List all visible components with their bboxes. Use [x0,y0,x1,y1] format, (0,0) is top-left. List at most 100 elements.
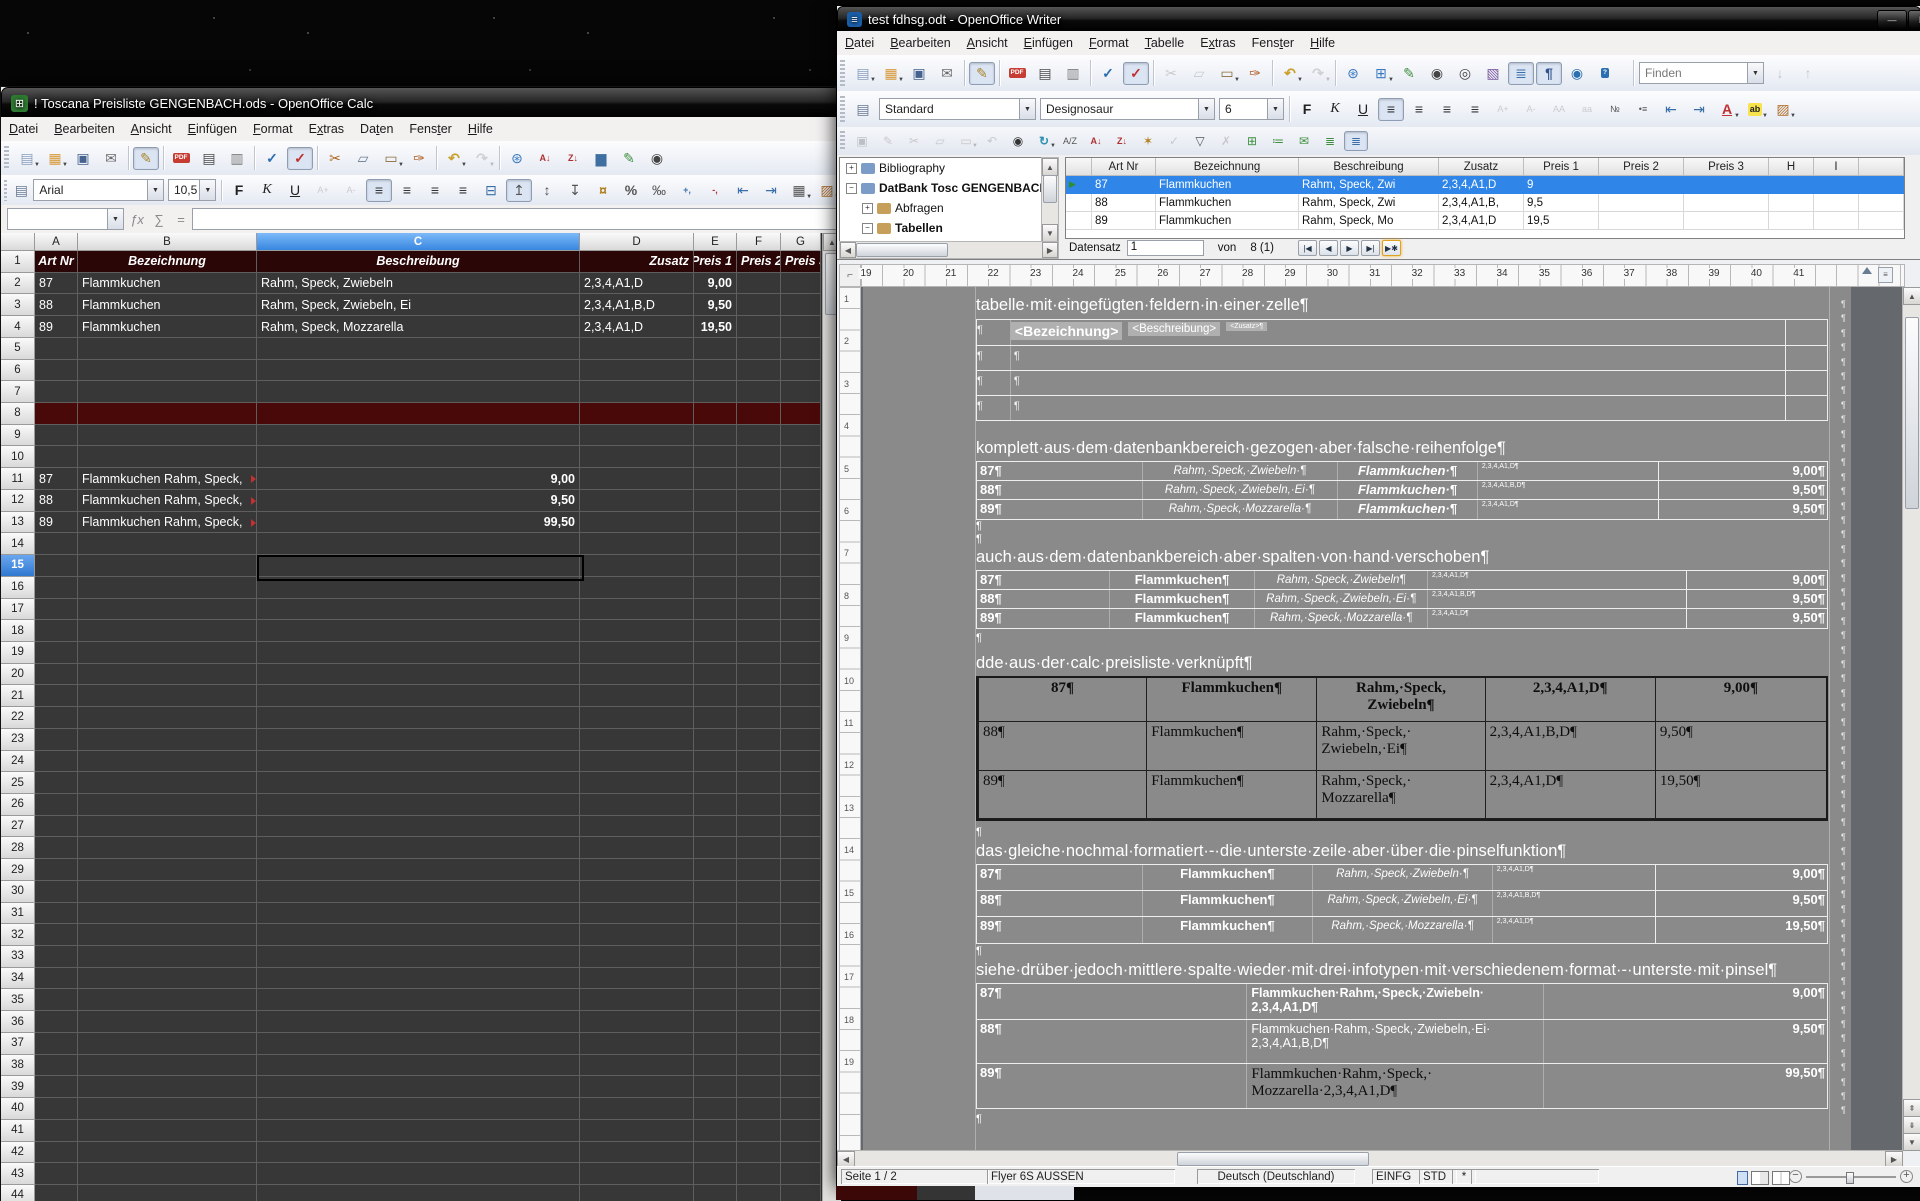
writer-menu-einfügen[interactable]: Einfügen [1016,33,1081,53]
row-header-11[interactable]: 11 [1,468,35,490]
calc-cell-D3[interactable]: 2,3,4,A1,B,D [580,294,694,316]
grid-column-h[interactable]: H [1769,158,1814,176]
scroll-right-icon[interactable]: ▶ [1042,242,1058,258]
calc-cell-E32[interactable] [694,924,737,946]
row-header-27[interactable]: 27 [1,816,35,838]
percent-format-icon[interactable]: % [618,179,644,202]
writer-menu-datei[interactable]: Datei [837,33,882,53]
grow-font-icon[interactable]: A+ [1490,98,1516,121]
copy-icon[interactable]: ▱ [928,131,952,151]
save-icon[interactable]: ▣ [850,131,874,151]
row-header-31[interactable]: 31 [1,903,35,925]
save-icon[interactable]: ▣ [70,147,96,170]
doc-table-infotypes[interactable]: 87¶ Flammkuchen·Rahm,·Speck,·Zwiebeln· 2… [976,983,1828,1109]
row-header-33[interactable]: 33 [1,946,35,968]
calc-cell-A13[interactable]: 89 [35,512,78,534]
calc-cell-F20[interactable] [737,664,781,686]
find-next-icon[interactable]: ↓ [1767,62,1793,85]
grid-cell[interactable]: 88 [1092,194,1156,212]
calc-cell-F15[interactable] [737,555,781,577]
copy-icon[interactable]: ▱ [1186,62,1212,85]
calc-cell-B41[interactable] [78,1120,257,1142]
calc-cell-C26[interactable] [257,794,580,816]
calc-cell-G22[interactable] [781,707,821,729]
calc-cell-B4[interactable]: Flammkuchen [78,316,257,338]
calc-cell-F42[interactable] [737,1142,781,1164]
copy-icon[interactable]: ▱ [350,147,376,170]
calc-cell-C1[interactable]: Beschreibung [257,251,580,273]
mail-merge-icon[interactable]: ✉ [1292,131,1316,151]
calc-cell-A34[interactable] [35,968,78,990]
calc-cell-B12[interactable]: Flammkuchen Rahm, Speck, [78,490,257,512]
zoom-out-icon[interactable]: − [1789,1170,1802,1183]
calc-cell-A25[interactable] [35,772,78,794]
grid-cell[interactable] [1599,176,1684,194]
table-cell[interactable]: Rahm,·Speck,·Zwiebeln·¶ [1142,462,1338,480]
calc-cell-D33[interactable] [580,946,694,968]
calc-cell-A42[interactable] [35,1142,78,1164]
calc-cell-B11[interactable]: Flammkuchen Rahm, Speck, [78,468,257,490]
doc-table-formatted[interactable]: 87¶ Flammkuchen¶ Rahm,·Speck,·Zwiebeln·¶… [976,864,1828,944]
calc-cell-C22[interactable] [257,707,580,729]
grid-column-zusatz[interactable]: Zusatz [1439,158,1524,176]
calc-cell-C18[interactable] [257,620,580,642]
calc-cell-A32[interactable] [35,924,78,946]
edit-file-icon[interactable]: ✎ [969,62,995,85]
calc-cell-B39[interactable] [78,1076,257,1098]
calc-menu-fenster[interactable]: Fenster [401,119,459,139]
doc-table-dde-link[interactable]: 87¶ Flammkuchen¶ Rahm,·Speck, Zwiebeln¶ … [976,676,1828,821]
new-document-icon[interactable]: ▤▼ [14,147,40,170]
toolbar-grip[interactable] [840,60,845,85]
grid-row-89[interactable]: 89FlammkuchenRahm, Speck, Mo2,3,4,A1,D19… [1066,212,1904,230]
calc-cell-G30[interactable] [781,881,821,903]
italic-icon[interactable]: K [254,179,280,202]
grid-cell[interactable] [1769,176,1814,194]
print-icon[interactable]: ▤ [1032,62,1058,85]
calc-cell-B35[interactable] [78,989,257,1011]
gallery-icon[interactable]: ▧ [1480,62,1506,85]
calc-cell-B44[interactable] [78,1185,257,1201]
calc-cell-E43[interactable] [694,1163,737,1185]
row-header-23[interactable]: 23 [1,729,35,751]
calc-cell-B6[interactable] [78,360,257,382]
calc-cell-F26[interactable] [737,794,781,816]
calc-cell-C4[interactable]: Rahm, Speck, Mozzarella [257,316,580,338]
sort-ascending-icon[interactable]: A↓ [1084,131,1108,151]
calc-cell-G36[interactable] [781,1011,821,1033]
standard-format-icon[interactable]: ‰ [646,179,672,202]
calc-cell-B8[interactable] [78,403,257,425]
export-pdf-icon[interactable]: PDF [1004,62,1030,85]
zoom-control[interactable]: − + [1789,1170,1913,1183]
calc-cell-G35[interactable] [781,989,821,1011]
calc-cell-B42[interactable] [78,1142,257,1164]
calc-cell-E41[interactable] [694,1120,737,1142]
navigator-icon[interactable]: ◎ [1452,62,1478,85]
grid-cell[interactable]: 2,3,4,A1,B, [1439,194,1524,212]
align-right-icon[interactable]: ≡ [422,179,448,202]
calc-cell-B3[interactable]: Flammkuchen [78,294,257,316]
calc-cell-B20[interactable] [78,664,257,686]
calc-cell-C40[interactable] [257,1098,580,1120]
calc-cell-C38[interactable] [257,1055,580,1077]
calc-cell-D15[interactable] [580,555,694,577]
calc-cell-C5[interactable] [257,338,580,360]
calc-menu-hilfe[interactable]: Hilfe [460,119,501,139]
chevron-down-icon[interactable]: ▼ [1198,99,1214,119]
calc-cell-D20[interactable] [580,664,694,686]
calc-cell-G21[interactable] [781,685,821,707]
calc-cell-G29[interactable] [781,859,821,881]
grid-cell[interactable] [1814,212,1859,230]
writer-menu-extras[interactable]: Extras [1192,33,1243,53]
cut-icon[interactable]: ✂ [902,131,926,151]
uppercase-icon[interactable]: AA [1546,98,1572,121]
expand-icon[interactable]: + [846,163,857,174]
cut-icon[interactable]: ✂ [1158,62,1184,85]
calc-cell-E1[interactable]: Preis 1 [694,251,737,273]
calc-cell-B15[interactable] [78,555,257,577]
row-header-20[interactable]: 20 [1,664,35,686]
table-cell[interactable] [1785,320,1827,345]
calc-cell-C25[interactable] [257,772,580,794]
tree-item-bibliography[interactable]: +Bibliography [840,158,1058,178]
calc-cell-A36[interactable] [35,1011,78,1033]
row-header-2[interactable]: 2 [1,273,35,295]
